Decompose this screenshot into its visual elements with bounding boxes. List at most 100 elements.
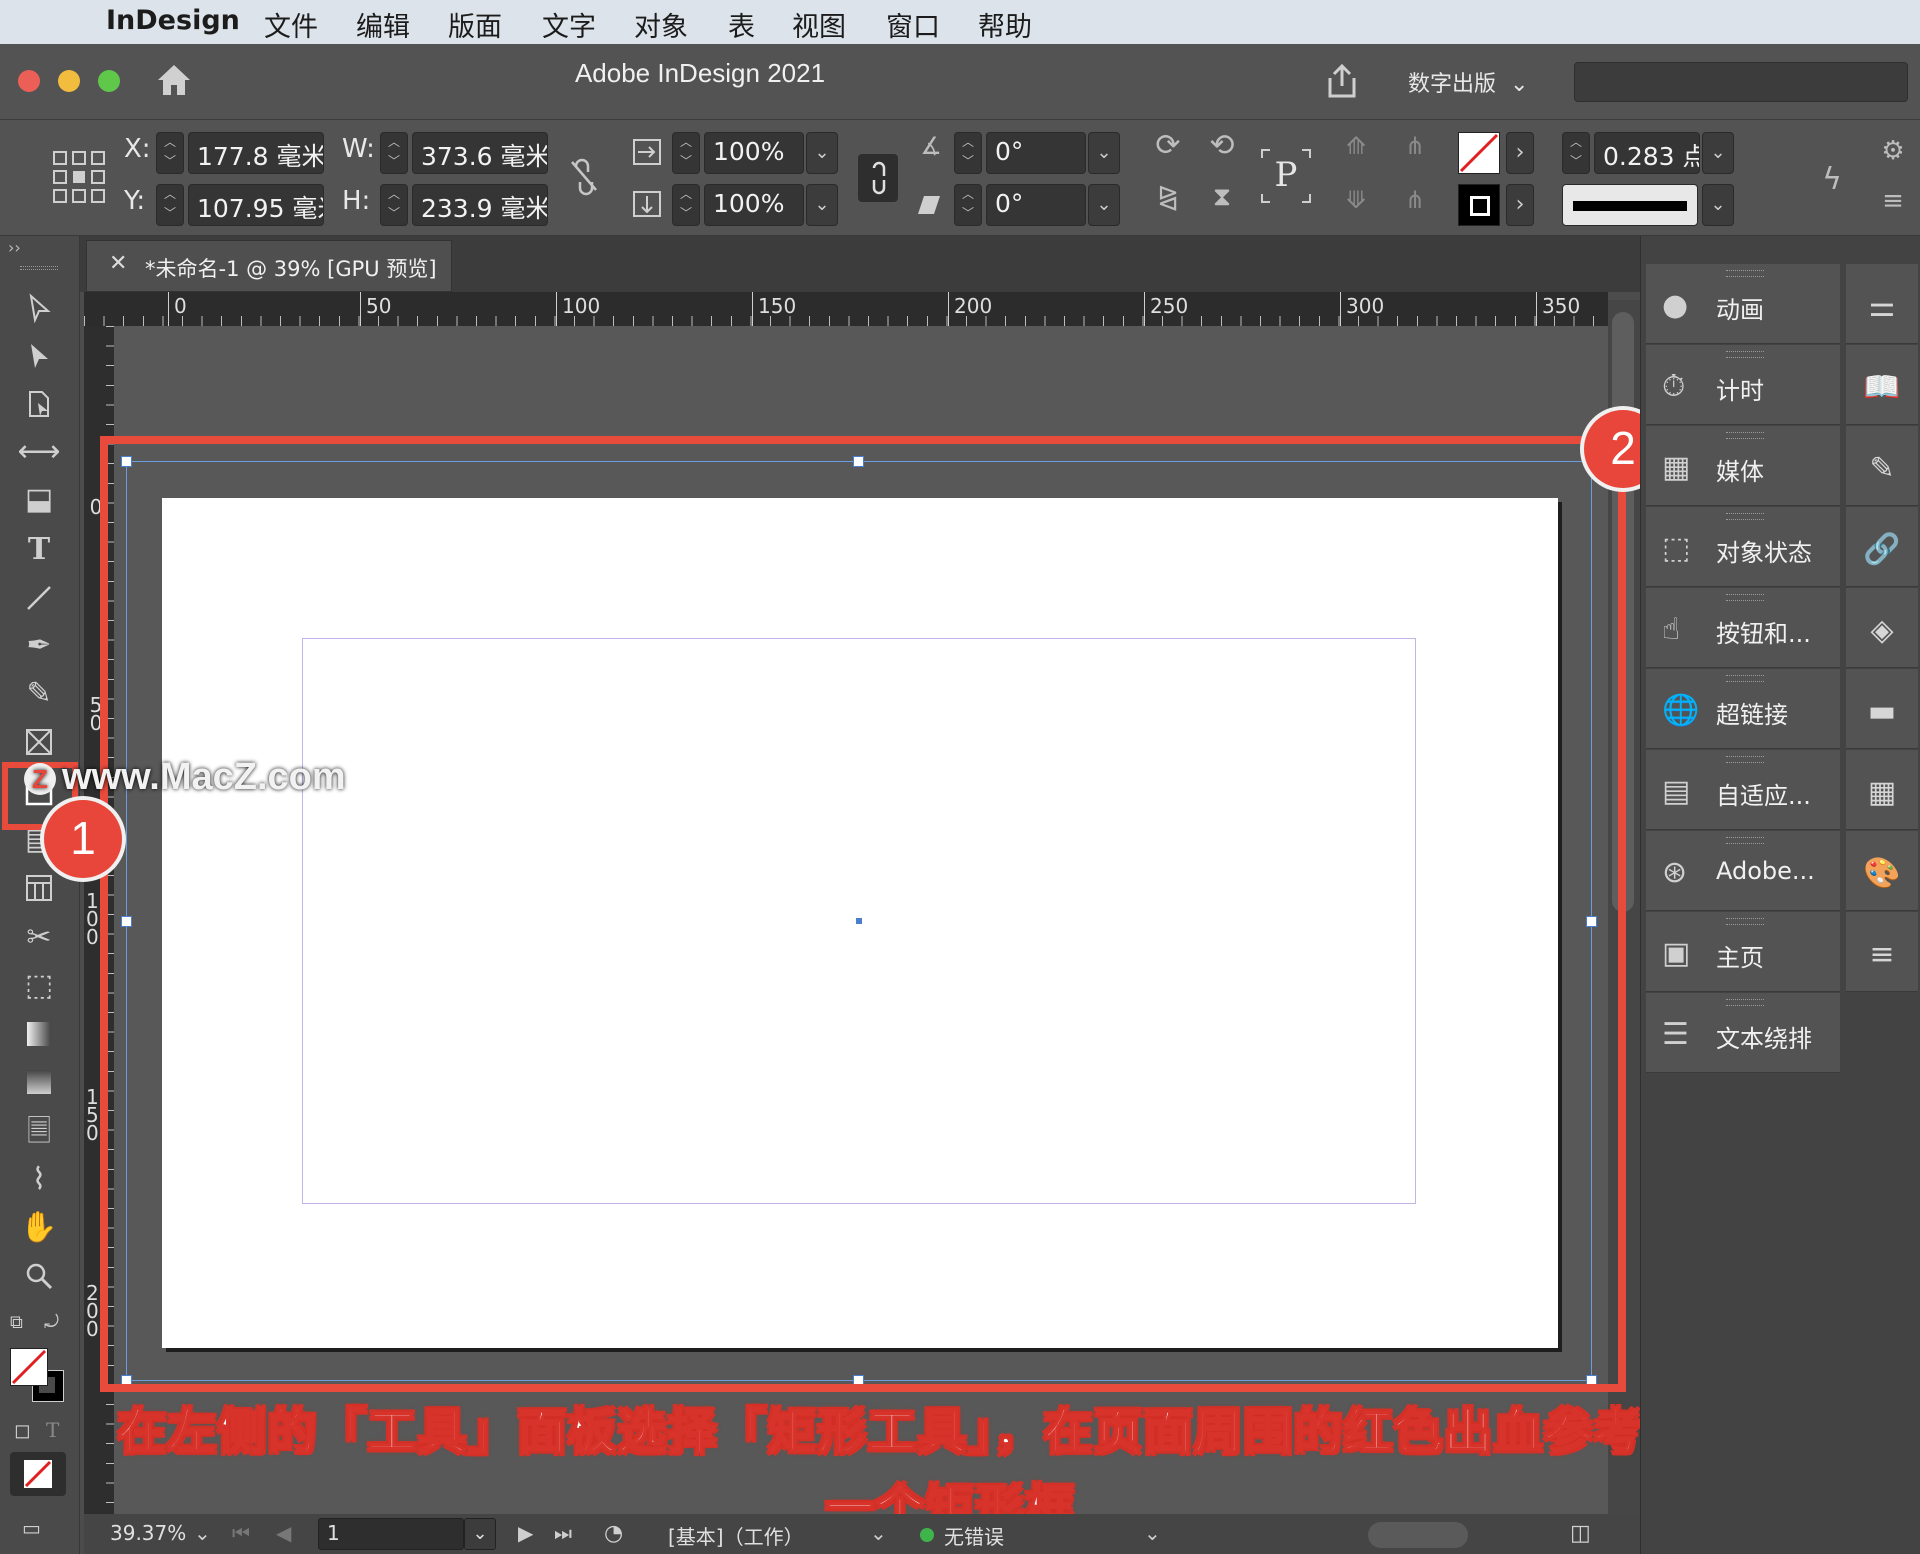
expand-toolbar-icon[interactable]: ›› [8,238,21,257]
first-page-icon[interactable]: ⏮ [232,1521,250,1545]
toolbar-grip[interactable] [20,266,58,270]
shear-stepper[interactable]: ︿ ﹀ [954,184,982,226]
select-previous-icon[interactable]: ⋔ [1390,132,1440,172]
menu-layout[interactable]: 版面 [448,5,502,44]
scale-x-field[interactable]: 100% [704,132,804,174]
select-next-icon[interactable]: ⋔ [1390,186,1440,226]
last-page-icon[interactable]: ⏭ [554,1521,572,1545]
pencil-tool-icon[interactable]: ✎ [10,672,68,716]
menu-edit[interactable]: 编辑 [356,5,410,44]
constrain-proportions-icon[interactable] [566,156,602,196]
gradient-swatch-tool-icon[interactable] [10,1012,68,1056]
menu-table[interactable]: 表 [728,5,755,44]
close-tab-icon[interactable]: ✕ [109,251,127,276]
grid-tool-icon[interactable] [10,866,68,910]
stroke-panel-icon[interactable]: ≡ [1846,912,1918,992]
search-field[interactable] [1574,62,1908,102]
scale-x-dropdown[interactable]: ⌄ [806,132,838,174]
hand-tool-icon[interactable]: ✋ [10,1206,68,1250]
screen-mode-icon[interactable]: ▭ [22,1516,56,1540]
properties-icon[interactable]: ⚌ [1846,264,1918,344]
home-icon[interactable] [154,60,194,100]
rotate-counterclockwise-icon[interactable]: ⟲ [1202,128,1242,172]
w-field[interactable]: 373.6 毫米 [412,132,548,174]
stroke-weight-stepper[interactable]: ︿ ﹀ [1562,132,1590,174]
h-stepper[interactable]: ︿ ﹀ [380,184,408,226]
next-page-icon[interactable]: ▶ [518,1521,533,1545]
horizontal-scrollbar-thumb[interactable] [1368,1522,1468,1548]
preflight-profile-icon[interactable]: ◔ [604,1521,623,1546]
quick-apply-icon[interactable]: ϟ [1814,162,1850,202]
rotate-clockwise-icon[interactable]: ⟳ [1148,128,1188,172]
close-window-button[interactable] [18,70,40,92]
rotate-field[interactable]: 0° [986,132,1086,174]
menu-window[interactable]: 窗口 [886,5,940,44]
stroke-type-dropdown[interactable]: ⌄ [1702,184,1734,226]
gap-tool-icon[interactable]: ⟷ [10,430,68,474]
free-transform-tool-icon[interactable]: ⬚ [10,964,68,1008]
split-view-icon[interactable]: ◫ [1570,1521,1591,1546]
panel-timing[interactable]: ⏱ 计时 [1646,345,1840,425]
eyedropper-tool-icon[interactable]: ⌇ [10,1158,68,1202]
direct-selection-tool-icon[interactable] [10,334,68,378]
stroke-weight-field[interactable]: 0.283 点 [1594,132,1700,174]
scissors-tool-icon[interactable]: ✂ [10,916,68,960]
gradient-feather-tool-icon[interactable] [10,1060,68,1104]
swap-fill-stroke-icon[interactable]: ⤾ [44,1312,70,1338]
zoom-dropdown-icon[interactable]: ⌄ [194,1521,211,1545]
note-tool-icon[interactable]: 🗏 [10,1110,68,1154]
minimize-window-button[interactable] [58,70,80,92]
flip-horizontal-icon[interactable]: ⧎ [1148,182,1188,226]
page-number-field[interactable]: 1 [318,1518,464,1550]
edit-notes-icon[interactable]: ✎ [1846,426,1918,506]
panel-text-wrap[interactable]: ☰ 文本绕排 [1646,993,1840,1073]
profile-dropdown-icon[interactable]: ⌄ [870,1521,887,1545]
panel-pages[interactable]: ▣ 主页 [1646,912,1840,992]
w-stepper[interactable]: ︿ ﹀ [380,132,408,174]
panel-adobe-color[interactable]: ⊛ Adobe... [1646,831,1840,911]
x-field[interactable]: 177.8 毫米 [188,132,324,174]
rotate-stepper[interactable]: ︿ ﹀ [954,132,982,174]
reference-point-icon[interactable] [52,150,106,204]
zoom-level[interactable]: 39.37% [110,1521,186,1545]
share-icon[interactable] [1322,62,1362,102]
menu-object[interactable]: 对象 [634,5,688,44]
scale-y-field[interactable]: 100% [704,184,804,226]
previous-page-icon[interactable]: ◀ [276,1521,291,1545]
apply-none-icon[interactable] [10,1452,66,1496]
y-field[interactable]: 107.95 毫米 [188,184,324,226]
fill-swatch-menu[interactable]: › [1506,132,1534,174]
gradient-panel-icon[interactable]: ▬ [1846,669,1918,749]
formatting-text-icon[interactable]: T [46,1418,70,1442]
scale-x-stepper[interactable]: ︿ ﹀ [672,132,700,174]
flip-vertical-icon[interactable]: ⧗ [1202,182,1242,226]
pen-tool-icon[interactable]: ✒ [10,624,68,668]
links-icon[interactable]: 🔗 [1846,507,1918,587]
shear-field[interactable]: 0° [986,184,1086,226]
preflight-status[interactable]: 无错误 [944,1521,1004,1550]
page-tool-icon[interactable] [10,382,68,426]
link-scale-icon[interactable] [858,154,898,202]
panel-hyperlinks[interactable]: 🌐 超链接 [1646,669,1840,749]
panel-media[interactable]: ▦ 媒体 [1646,426,1840,506]
fill-stroke-proxy-icon[interactable] [10,1348,64,1402]
fill-swatch-none-icon[interactable] [1458,132,1500,174]
stroke-type-selector[interactable] [1562,184,1698,226]
swatches-icon[interactable]: ▦ [1846,750,1918,830]
selection-tool-icon[interactable] [10,286,68,330]
workspace-switcher[interactable]: 数字出版 ⌄ [1408,66,1528,98]
panel-animation[interactable]: ● 动画 [1646,264,1840,344]
zoom-tool-icon[interactable] [10,1254,68,1298]
stroke-weight-dropdown[interactable]: ⌄ [1702,132,1734,174]
type-tool-icon[interactable]: T [10,528,68,572]
formatting-container-icon[interactable]: ◻ [14,1418,38,1442]
h-field[interactable]: 233.9 毫米 [412,184,548,226]
content-collector-icon[interactable]: ⬓ [10,478,68,522]
menu-help[interactable]: 帮助 [978,5,1032,44]
preflight-profile[interactable]: [基本]（工作） [668,1521,804,1550]
color-palette-icon[interactable]: 🎨 [1846,831,1918,911]
document-tab[interactable]: ✕ *未命名-1 @ 39% [GPU 预览] [86,240,452,292]
page-dropdown-icon[interactable]: ⌄ [464,1518,496,1550]
panel-liquid-layout[interactable]: ▤ 自适应... [1646,750,1840,830]
preflight-menu-icon[interactable]: ⌄ [1144,1521,1161,1545]
